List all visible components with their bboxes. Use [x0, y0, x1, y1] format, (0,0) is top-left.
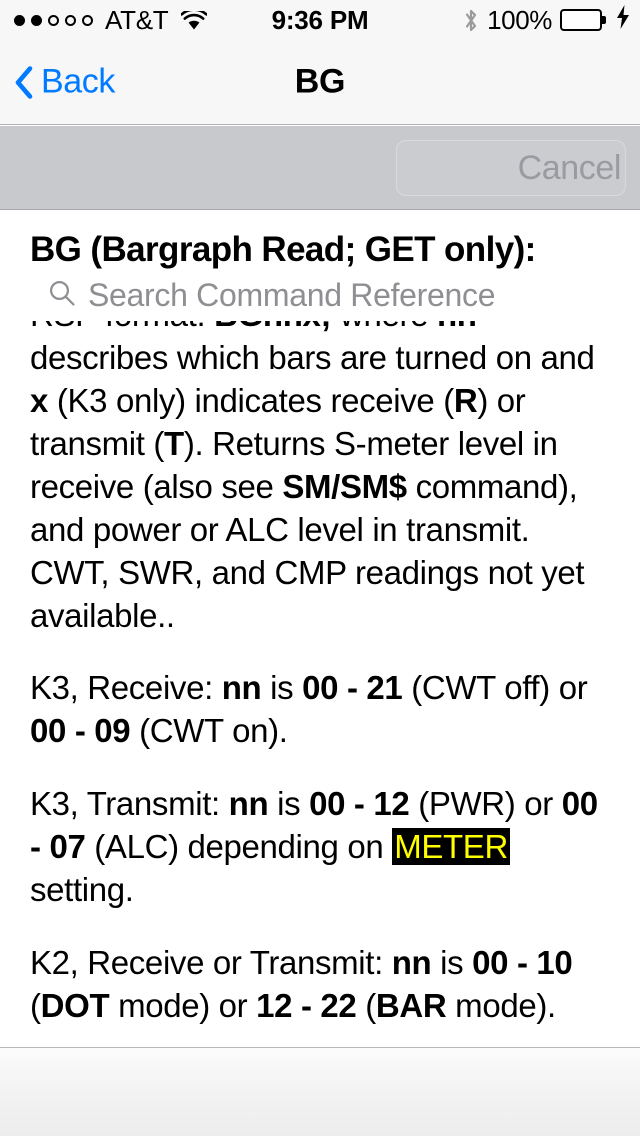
text-run: is [261, 669, 303, 707]
text-run: setting. [30, 870, 134, 908]
bold-run: x [30, 382, 49, 420]
bold-run: nn [228, 785, 269, 823]
cancel-button-label: Cancel [517, 148, 622, 187]
text-run: is [268, 785, 310, 823]
bold-run: 00 - 10 [472, 943, 573, 981]
bold-run: 00 - 12 [309, 785, 410, 823]
bold-run: nn [221, 669, 262, 707]
navigation-bar: Back BG [0, 40, 640, 125]
text-run: mode). [446, 986, 556, 1024]
bold-run: 12 - 22 [256, 986, 357, 1024]
search-input-placeholder: Search Command Reference [88, 276, 494, 313]
bold-run: nn [391, 943, 432, 981]
bold-run: SM/SM$ [282, 467, 407, 505]
cancel-button[interactable]: Cancel [396, 140, 626, 196]
text-run: K2, Receive or Transmit: [30, 943, 392, 981]
text-run: is [431, 943, 473, 981]
bold-run: 00 - 21 [302, 669, 403, 707]
command-link-highlight[interactable]: METER [392, 828, 510, 866]
text-run: (K3 only) indicates receive ( [48, 382, 454, 420]
search-icon [48, 279, 76, 312]
search-input[interactable]: Search Command Reference [18, 269, 494, 321]
search-bar: Cancel Search Command Reference [0, 126, 640, 321]
bold-run: BAR [375, 986, 447, 1024]
paragraph-bg-rsp-format: RSP format: BGnnx; where nn describes wh… [30, 294, 610, 637]
status-bar: AT&T 9:36 PM 100% [0, 0, 640, 40]
text-run: (PWR) or [409, 785, 562, 823]
bold-run: DOT [40, 986, 110, 1024]
text-run: K3, Transmit: [30, 785, 229, 823]
text-run: (CWT off) or [402, 669, 588, 707]
text-run: mode) or [109, 986, 257, 1024]
text-run: (ALC) depending on [85, 828, 393, 866]
text-run: K3, Receive: [30, 669, 222, 707]
lightning-bolt-icon [616, 4, 630, 36]
status-bar-right: 100% [463, 4, 630, 36]
paragraph-k3-transmit: K3, Transmit: nn is 00 - 12 (PWR) or 00 … [30, 783, 610, 912]
text-run: ( [30, 986, 41, 1024]
bold-run: R [453, 382, 478, 420]
bold-run: 00 - 09 [30, 712, 131, 750]
paragraph-k3-receive: K3, Receive: nn is 00 - 21 (CWT off) or … [30, 667, 610, 753]
text-run: describes which bars are turned on and [30, 339, 595, 377]
bluetooth-icon [463, 8, 479, 32]
app-root: AT&T 9:36 PM 100% Back BG Cancel Search … [0, 0, 640, 1136]
paragraph-k2-receive-transmit: K2, Receive or Transmit: nn is 00 - 10 (… [30, 942, 610, 1028]
section-heading-bg: BG (Bargraph Read; GET only): [30, 230, 536, 269]
bold-run: T [164, 424, 184, 462]
bottom-toolbar[interactable] [0, 1047, 640, 1136]
command-reference-content[interactable]: BG (Bargraph Read; GET only): RSP format… [0, 211, 640, 1047]
battery-icon [560, 9, 606, 31]
battery-percent-label: 100% [487, 4, 552, 35]
text-run: ( [356, 986, 376, 1024]
page-title: BG [294, 62, 346, 101]
text-run: (CWT on). [130, 712, 288, 750]
